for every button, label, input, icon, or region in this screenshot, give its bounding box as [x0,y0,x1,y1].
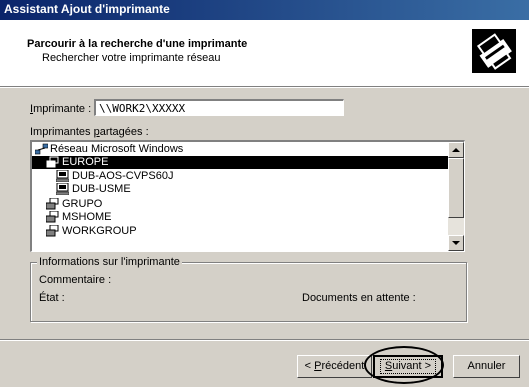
workgroup-icon [46,156,59,168]
tree-item-dub-usme[interactable]: DUB-USME [32,183,449,196]
printer-icon [472,29,516,73]
computer-icon [56,183,69,195]
workgroup-icon [46,211,59,223]
add-printer-wizard-window: Assistant Ajout d'imprimante Parcourir à… [0,0,529,387]
tree-item-network[interactable]: Réseau Microsoft Windows [32,143,449,156]
arrow-down-icon [452,241,460,245]
tree-item-grupo[interactable]: GRUPO [32,198,449,211]
tree-item-mshome[interactable]: MSHOME [32,211,449,224]
network-icon [35,143,48,155]
scroll-up-button[interactable] [448,142,464,158]
workgroup-icon [46,198,59,210]
footer-separator-light [0,340,529,341]
highlight-ellipse [364,346,444,384]
header-title: Parcourir à la recherche d'une imprimant… [27,38,248,50]
scroll-down-button[interactable] [448,235,464,251]
queue-label: Documents en attente : [302,292,416,304]
printer-label: Imprimante : [30,103,92,115]
shared-printers-label: Imprimantes partagées : [30,126,149,138]
printer-info-group: Informations sur l'imprimante Commentair… [30,256,467,322]
status-label: État : [39,292,65,304]
cancel-button[interactable]: Annuler [453,355,520,378]
computer-icon [56,170,69,182]
title-bar[interactable]: Assistant Ajout d'imprimante [0,0,529,20]
tree-item-europe[interactable]: EUROPE [32,156,449,169]
arrow-up-icon [452,148,460,152]
shared-printers-tree[interactable]: Réseau Microsoft Windows EUROPE DUB-AOS-… [30,140,465,252]
wizard-header: Parcourir à la recherche d'une imprimant… [0,20,529,87]
tree-item-dub-aos[interactable]: DUB-AOS-CVPS60J [32,170,449,183]
tree-item-workgroup[interactable]: WORKGROUP [32,225,449,238]
back-button[interactable]: < Précédent [297,355,372,378]
header-subtitle: Rechercher votre imprimante réseau [42,52,221,64]
header-separator [0,87,529,88]
tree-scrollbar[interactable] [448,142,464,251]
comment-label: Commentaire : [39,274,112,286]
workgroup-icon [46,225,59,237]
printer-name-input[interactable]: \\WORK2\XXXXX [94,99,344,116]
printer-info-legend: Informations sur l'imprimante [37,256,182,268]
window-title: Assistant Ajout d'imprimante [4,2,170,16]
scroll-thumb[interactable] [448,158,464,218]
